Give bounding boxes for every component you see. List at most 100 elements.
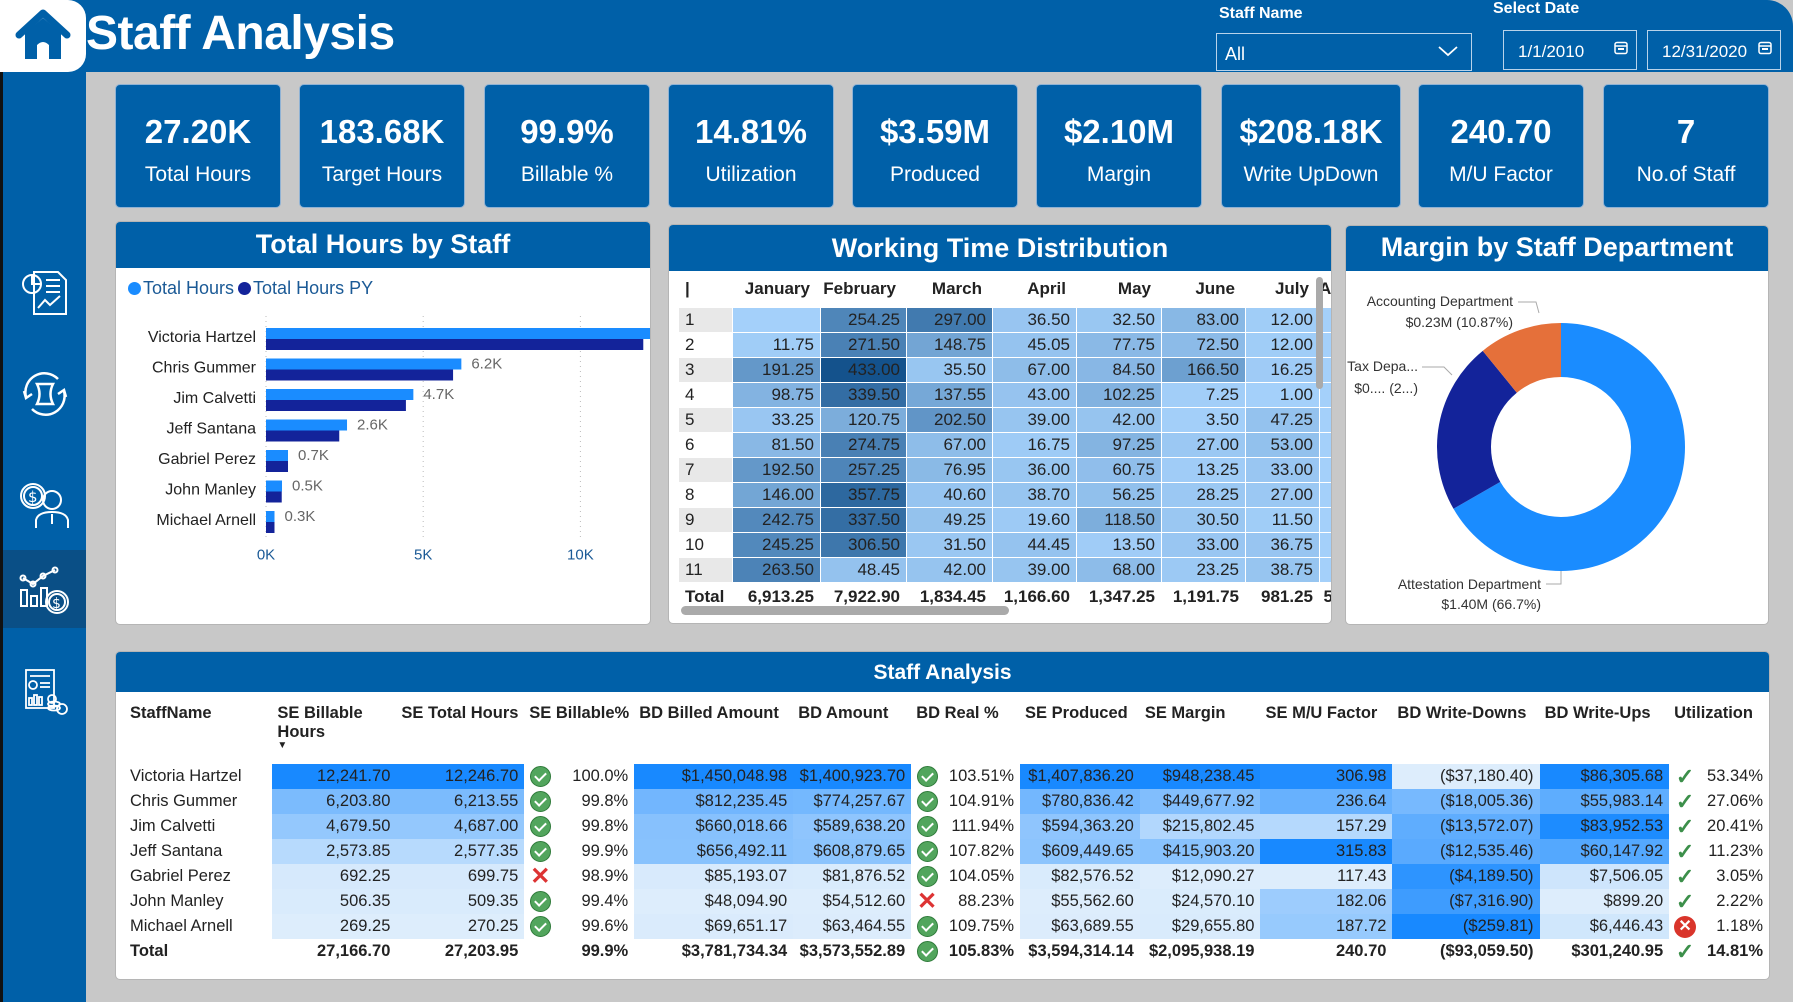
matrix-cell[interactable]: 77.75 [1077,332,1161,357]
matrix-cell[interactable]: 1.00 [1246,382,1319,407]
table-row[interactable]: Chris Gummer 6,203.80 6,213.55 99.8% $81… [130,789,1769,814]
matrix-cell[interactable]: 297.00 [907,307,992,332]
bar-total-hours[interactable] [266,450,289,461]
bar-total-hours-py[interactable] [266,339,644,350]
column-header-bd-write-downs[interactable]: BD Write-Downs [1392,700,1539,764]
bar-total-hours-py[interactable] [266,430,340,442]
calendar-icon[interactable] [1758,41,1772,55]
matrix-cell[interactable]: 39.00 [993,557,1076,582]
matrix-cell[interactable]: 23.25 [1162,557,1245,582]
matrix-cell[interactable]: 38.70 [993,482,1076,507]
nav-item-time[interactable] [3,355,86,433]
matrix-cell[interactable]: 67.00 [907,432,992,457]
table-row[interactable]: Gabriel Perez 692.25 699.75 ✕ 98.9% $85,… [130,864,1769,889]
matrix-cell[interactable]: 45.05 [993,332,1076,357]
matrix-cell[interactable]: 263.50 [733,557,820,582]
matrix-cell[interactable]: 47.25 [1246,407,1319,432]
matrix-column-header[interactable]: February [820,279,906,299]
bar-total-hours[interactable] [266,419,348,431]
matrix-cell[interactable]: 357.75 [821,482,906,507]
bar-total-hours[interactable] [266,511,275,522]
matrix-cell[interactable]: 339.50 [821,382,906,407]
matrix-cell[interactable]: 38.75 [1246,557,1319,582]
matrix-cell[interactable]: 7.25 [1162,382,1245,407]
matrix-cell[interactable]: 433.00 [821,357,906,382]
matrix-column-header[interactable]: April [992,279,1076,299]
nav-item-financial[interactable]: $ [3,550,86,628]
matrix-cell[interactable]: 68.00 [1077,557,1161,582]
matrix-cell[interactable]: 35.50 [907,357,992,382]
matrix-cell[interactable]: 36.75 [1246,532,1319,557]
matrix-cell[interactable]: 42.00 [1077,407,1161,432]
matrix-cell[interactable]: 245.25 [733,532,820,557]
matrix-cell[interactable]: 28.25 [1162,482,1245,507]
table-row[interactable]: Jeff Santana 2,573.85 2,577.35 99.9% $65… [130,839,1769,864]
bar-total-hours[interactable] [266,389,414,400]
matrix-cell[interactable]: 19.60 [993,507,1076,532]
bar-total-hours[interactable] [266,480,283,492]
matrix-cell[interactable]: 242.75 [733,507,820,532]
matrix-cell[interactable]: 81.50 [733,432,820,457]
matrix-cell[interactable]: 118.50 [1077,507,1161,532]
matrix-cell[interactable]: 137.55 [907,382,992,407]
matrix-cell[interactable]: 72.50 [1162,332,1245,357]
matrix-cell[interactable]: 146.00 [733,482,820,507]
matrix-cell[interactable]: 43.00 [993,382,1076,407]
matrix-cell[interactable]: 42.00 [907,557,992,582]
matrix-cell[interactable]: 49.25 [907,507,992,532]
table-row[interactable]: John Manley 506.35 509.35 99.4% $48,094.… [130,889,1769,914]
matrix-cell[interactable]: 30.50 [1162,507,1245,532]
column-header-se-billable-hours[interactable]: SE Billable Hours ▼ [272,700,396,764]
matrix-cell[interactable]: 3.50 [1162,407,1245,432]
matrix-cell[interactable]: 27.00 [1246,482,1319,507]
table-row[interactable]: Jim Calvetti 4,679.50 4,687.00 99.8% $66… [130,814,1769,839]
vertical-scrollbar[interactable] [1316,277,1323,389]
matrix-cell[interactable]: 192.50 [733,457,820,482]
bar-total-hours-py[interactable] [266,369,454,381]
matrix-cell[interactable]: 337.50 [821,507,906,532]
matrix-cell[interactable]: 39.00 [993,407,1076,432]
matrix-column-header[interactable]: January [732,279,820,299]
matrix-cell[interactable]: 166.50 [1162,357,1245,382]
matrix-cell[interactable]: 274.75 [821,432,906,457]
matrix-cell[interactable]: 67.00 [993,357,1076,382]
nav-item-report[interactable] [3,252,86,330]
matrix-cell[interactable]: 11.50 [1246,507,1319,532]
horizontal-scrollbar[interactable] [681,606,1009,615]
matrix-cell[interactable]: 27.00 [1162,432,1245,457]
matrix-cell[interactable]: 32.50 [1077,307,1161,332]
matrix-cell[interactable]: 83.00 [1162,307,1245,332]
matrix-cell[interactable]: 36.00 [993,457,1076,482]
matrix-cell[interactable]: 33.00 [1162,532,1245,557]
matrix-column-header[interactable]: March [906,279,992,299]
bar-total-hours-py[interactable] [266,491,282,503]
matrix-cell[interactable]: 120.75 [821,407,906,432]
matrix-cell[interactable]: 191.25 [733,357,820,382]
matrix-cell[interactable] [733,307,820,332]
column-header-bd-amount[interactable]: BD Amount [793,700,911,764]
bar-total-hours[interactable] [266,358,462,370]
matrix-column-header[interactable]: June [1161,279,1245,299]
column-header-bd-real-pct[interactable]: BD Real % [911,700,1020,764]
column-header-se-margin[interactable]: SE Margin [1140,700,1261,764]
matrix-cell[interactable]: 48.45 [821,557,906,582]
matrix-cell[interactable]: 76.95 [907,457,992,482]
column-header-utilization[interactable]: Utilization [1669,700,1769,764]
matrix-cell[interactable]: 33.25 [733,407,820,432]
matrix-cell[interactable]: 257.25 [821,457,906,482]
table-row[interactable]: Victoria Hartzel 12,241.70 12,246.70 100… [130,764,1769,789]
matrix-cell[interactable]: 16.75 [993,432,1076,457]
column-header-se-total-hours[interactable]: SE Total Hours [396,700,524,764]
start-date-input[interactable]: 1/1/2010 [1503,30,1637,70]
matrix-cell[interactable]: 13.25 [1162,457,1245,482]
table-row[interactable]: Michael Arnell 269.25 270.25 99.6% $69,6… [130,914,1769,939]
matrix-cell[interactable]: 11.75 [733,332,820,357]
matrix-cell[interactable]: 16.25 [1246,357,1319,382]
nav-item-staff-finance[interactable]: $ [3,466,86,544]
matrix-cell[interactable]: 33.00 [1246,457,1319,482]
column-header-staffname[interactable]: StaffName [130,700,272,764]
matrix-cell[interactable]: 12.00 [1246,307,1319,332]
staff-name-dropdown[interactable]: All [1216,33,1472,71]
matrix-cell[interactable]: 271.50 [821,332,906,357]
matrix-cell[interactable]: 148.75 [907,332,992,357]
